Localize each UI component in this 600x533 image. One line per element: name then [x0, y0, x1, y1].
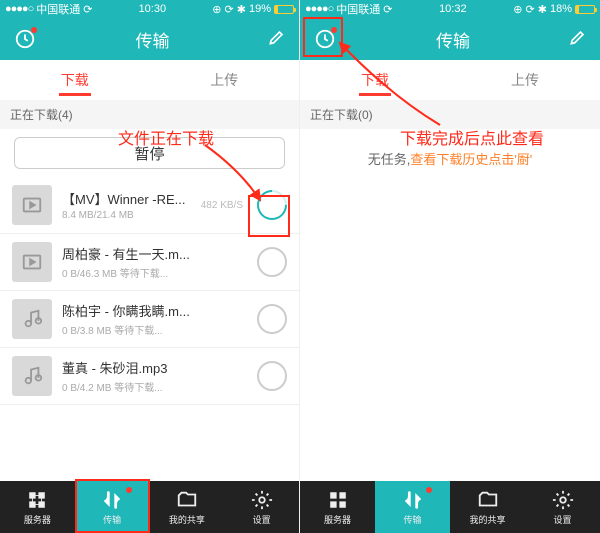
tab-upload[interactable]: 上传: [450, 60, 600, 100]
music-icon: [12, 299, 52, 339]
status-bar: ●●●●○中国联通⟳ 10:32 ⊕ ⟳ ✱18%: [300, 0, 600, 18]
item-sub: 0 B/3.8 MB 等待下载...: [62, 322, 247, 337]
edit-icon[interactable]: [267, 27, 287, 52]
nav-share[interactable]: 我的共享: [450, 481, 525, 533]
nav-settings[interactable]: 设置: [224, 481, 299, 533]
annotation-box: [75, 479, 150, 533]
status-bar: ●●●●○中国联通⟳ 10:30 ⊕ ⟳ ✱19%: [0, 0, 299, 18]
item-sub: 0 B/4.2 MB 等待下载...: [62, 379, 247, 394]
nav-server[interactable]: 服务器: [300, 481, 375, 533]
annotation-arrow: [200, 140, 270, 210]
tab-download[interactable]: 下载: [0, 60, 150, 100]
video-icon: [12, 242, 52, 282]
item-name: 陈柏宇 - 你瞒我瞒.m...: [62, 301, 247, 320]
tabs: 下载 上传: [0, 60, 299, 100]
page-title: 传输: [38, 27, 267, 52]
progress-ring[interactable]: [257, 361, 287, 391]
nav-settings[interactable]: 设置: [525, 481, 600, 533]
progress-ring[interactable]: [257, 304, 287, 334]
video-icon: [12, 185, 52, 225]
item-sub: 8.4 MB/21.4 MB: [62, 210, 191, 221]
item-name: 周柏豪 - 有生一天.m...: [62, 244, 247, 263]
item-name: 董真 - 朱砂泪.mp3: [62, 358, 247, 377]
item-name: 【MV】Winner -RE...: [62, 189, 191, 208]
edit-icon[interactable]: [568, 27, 588, 52]
screen-left: ●●●●○中国联通⟳ 10:30 ⊕ ⟳ ✱19% 传输 下载 上传 正在下载(…: [0, 0, 300, 533]
list-item[interactable]: 董真 - 朱砂泪.mp3 0 B/4.2 MB 等待下载...: [0, 348, 299, 405]
nav-server[interactable]: 服务器: [0, 481, 75, 533]
music-icon: [12, 356, 52, 396]
list-item[interactable]: 陈柏宇 - 你瞒我瞒.m... 0 B/3.8 MB 等待下载...: [0, 291, 299, 348]
item-sub: 0 B/46.3 MB 等待下载...: [62, 265, 247, 280]
nav-transfer[interactable]: 传输: [375, 481, 450, 533]
tab-upload[interactable]: 上传: [150, 60, 300, 100]
progress-ring[interactable]: [257, 247, 287, 277]
annotation-arrow: [330, 35, 450, 135]
bottom-nav: 服务器 传输 我的共享 设置: [300, 481, 600, 533]
list-item[interactable]: 周柏豪 - 有生一天.m... 0 B/46.3 MB 等待下载...: [0, 234, 299, 291]
header: 传输: [0, 18, 299, 60]
history-icon[interactable]: [12, 26, 38, 52]
nav-share[interactable]: 我的共享: [150, 481, 225, 533]
